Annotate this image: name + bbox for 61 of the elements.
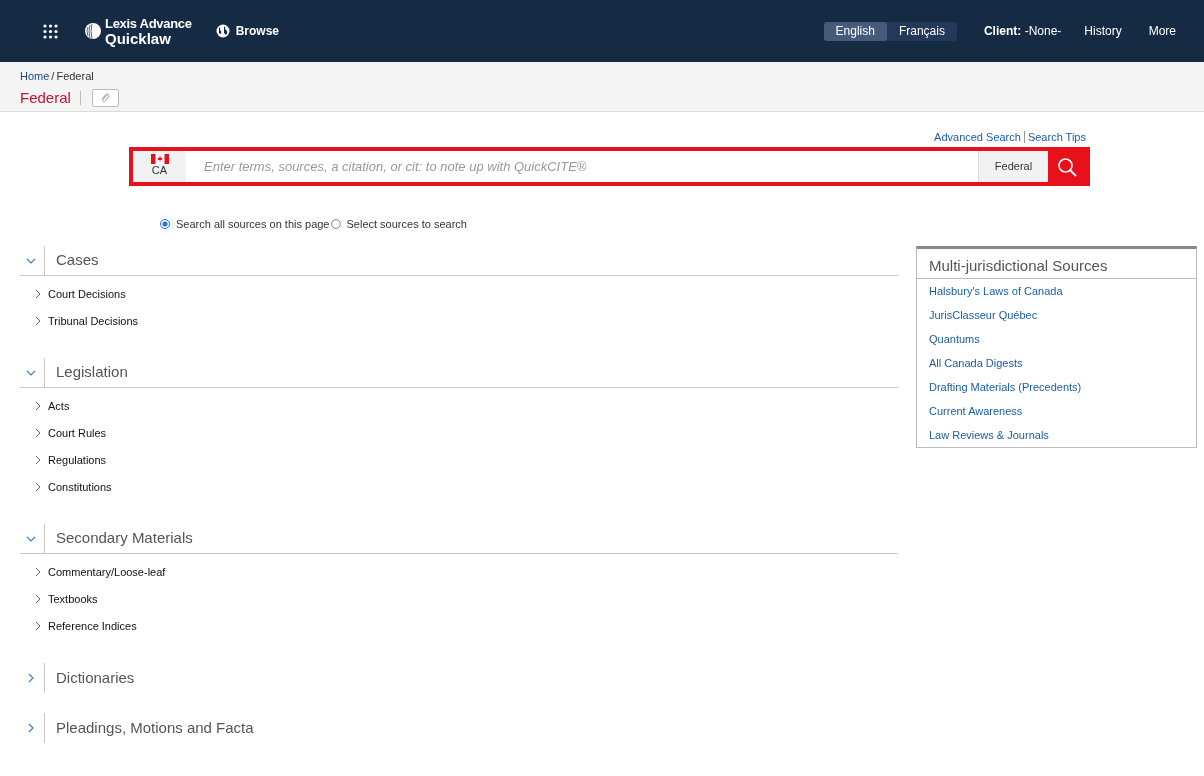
jurisdiction-button[interactable]: Federal (978, 151, 1048, 182)
page-title: Federal (20, 88, 71, 108)
apps-grid-icon[interactable] (43, 23, 58, 39)
logo-text: Quicklaw (105, 31, 172, 46)
country-code: CA (151, 164, 168, 176)
source-link[interactable]: Commentary/Loose-leaf (48, 563, 166, 581)
advanced-search-link[interactable]: Advanced Search (934, 131, 1025, 143)
source-link[interactable]: All Canada Digests (929, 356, 1196, 371)
logo-icon (84, 22, 102, 40)
logo-text: Lexis Advance (105, 16, 192, 31)
chevron-right-icon[interactable] (26, 723, 36, 733)
chevron-right-icon[interactable] (35, 567, 41, 577)
section-heading[interactable]: Pleadings, Motions and Facta (56, 716, 254, 740)
country-selector[interactable]: CA (133, 151, 186, 182)
panel-title: Multi-jurisdictional Sources (917, 249, 1196, 279)
source-link[interactable]: Law Reviews & Journals (929, 428, 1196, 443)
breadcrumb-separator: / (51, 69, 55, 83)
chevron-right-icon[interactable] (35, 482, 41, 492)
canada-flag-icon (150, 154, 169, 164)
source-link[interactable]: Acts (48, 397, 70, 415)
source-link[interactable]: Constitutions (48, 478, 112, 496)
chevron-right-icon[interactable] (35, 455, 41, 465)
radio-button[interactable] (160, 219, 170, 229)
section-heading[interactable]: Cases (56, 249, 99, 272)
browse-link[interactable]: Browse (215, 22, 280, 40)
radio-label[interactable]: Search all sources on this page (176, 217, 330, 231)
source-link[interactable]: JurisClasseur Québec (929, 308, 1196, 323)
chevron-right-icon[interactable] (26, 673, 36, 683)
client-label[interactable]: Client: -None- (983, 22, 1062, 40)
source-link[interactable]: Court Rules (48, 424, 107, 442)
source-link[interactable]: Tribunal Decisions (48, 312, 139, 330)
chevron-right-icon[interactable] (35, 594, 41, 604)
search-input[interactable]: Enter terms, sources, a citation, or cit: to note up with QuickCITE® (186, 151, 978, 182)
radio-button[interactable] (331, 219, 342, 229)
source-link[interactable]: Regulations (48, 451, 107, 469)
nav-link[interactable]: History (1084, 22, 1122, 40)
chevron-right-icon[interactable] (35, 428, 41, 438)
language-tab[interactable]: Français (886, 21, 957, 41)
breadcrumb-current: Federal (56, 69, 94, 83)
chevron-right-icon[interactable] (35, 289, 41, 299)
globe-icon (215, 24, 230, 38)
source-link[interactable]: Current Awareness (929, 404, 1196, 419)
section-heading[interactable]: Legislation (56, 361, 128, 384)
language-tab[interactable]: English (823, 21, 887, 41)
nav-link[interactable]: More (1148, 22, 1176, 40)
source-link[interactable]: Drafting Materials (Precedents) (929, 380, 1196, 395)
source-link[interactable]: Halsbury's Laws of Canada (929, 284, 1196, 299)
search-icon (1057, 156, 1077, 177)
source-link[interactable]: Textbooks (48, 590, 98, 608)
chevron-right-icon[interactable] (35, 316, 41, 326)
source-link[interactable]: Quantums (929, 332, 1196, 347)
source-link[interactable]: Court Decisions (48, 285, 126, 303)
search-tips-link[interactable]: Search Tips (1024, 131, 1086, 143)
chevron-right-icon[interactable] (35, 401, 41, 411)
breadcrumb-link[interactable]: Home (20, 69, 50, 83)
section-heading[interactable]: Dictionaries (56, 666, 135, 690)
chevron-right-icon[interactable] (35, 621, 41, 631)
section-heading[interactable]: Secondary Materials (56, 527, 193, 550)
source-link[interactable]: Reference Indices (48, 617, 137, 635)
radio-label[interactable]: Select sources to search (346, 217, 467, 231)
paperclip-icon (100, 93, 111, 104)
